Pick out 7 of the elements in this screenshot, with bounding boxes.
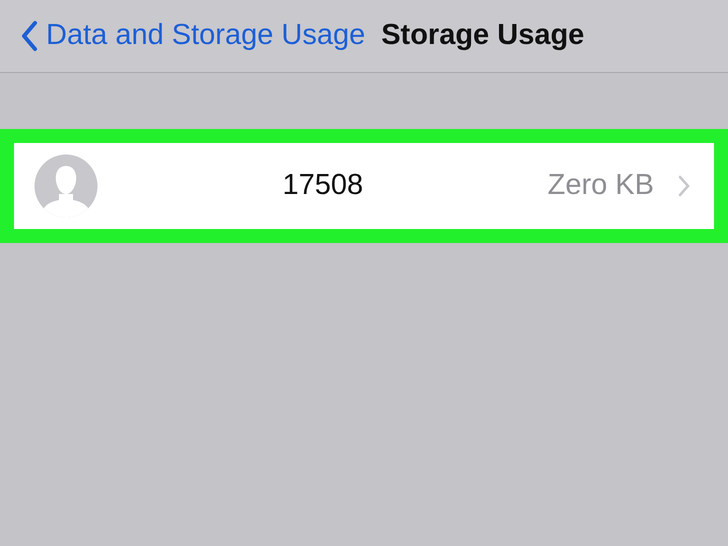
conversation-row[interactable]: 17508 Zero KB <box>14 143 714 229</box>
back-chevron-icon <box>20 20 38 52</box>
contact-name: 17508 <box>281 168 364 204</box>
avatar-icon <box>34 154 98 218</box>
storage-size: Zero KB <box>548 168 654 204</box>
chevron-icon <box>678 175 690 197</box>
screen-title: Storage Usage <box>381 18 584 54</box>
